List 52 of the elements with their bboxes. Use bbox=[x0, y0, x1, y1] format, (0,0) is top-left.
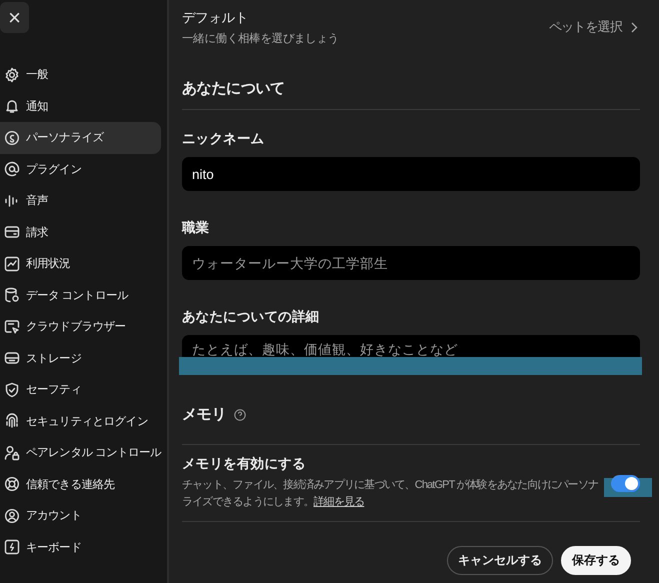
toggle-description: チャット、ファイル、接続済みアプリに基づいて、ChatGPT が体験をあなた向けにパーソナライズできるようにします。詳細を見る bbox=[182, 478, 600, 510]
sidebar-item[interactable]: プラグイン bbox=[0, 154, 161, 185]
browser-icon bbox=[4, 318, 20, 335]
help-icon bbox=[234, 408, 246, 420]
save-button[interactable]: 保存する bbox=[561, 546, 631, 575]
learn-more-link[interactable]: 詳細を見る bbox=[314, 496, 364, 508]
sidebar-item[interactable]: ペアレンタル コントロール bbox=[0, 437, 161, 468]
pet-select-link[interactable]: ペットを選択 bbox=[548, 18, 638, 36]
bell-icon bbox=[4, 98, 20, 114]
sidebar-item[interactable]: 利用状況 bbox=[0, 248, 161, 280]
sidebar-item[interactable]: 音声 bbox=[0, 185, 161, 216]
toggle-label: メモリを有効にする bbox=[182, 455, 307, 473]
database-icon bbox=[4, 287, 20, 304]
sidebar-item[interactable]: クラウドブラウザー bbox=[0, 311, 161, 342]
user-circle-icon bbox=[4, 508, 20, 524]
field-label: ニックネーム bbox=[182, 130, 266, 148]
fingerprint-icon bbox=[4, 413, 20, 430]
keyboard-icon bbox=[4, 539, 20, 556]
sidebar-item[interactable]: 請求 bbox=[0, 216, 161, 248]
lifebuoy-icon bbox=[4, 476, 20, 492]
field-label: 職業 bbox=[182, 219, 210, 237]
sidebar-item[interactable]: パーソナライズ bbox=[0, 122, 161, 154]
pet-title: デフォルト bbox=[182, 8, 250, 26]
field-label: あなたについての詳細 bbox=[182, 308, 320, 326]
waveform-icon bbox=[4, 192, 20, 209]
cancel-button[interactable]: キャンセルする bbox=[447, 546, 553, 575]
sidebar-item[interactable]: アカウント bbox=[0, 500, 161, 532]
sidebar-item[interactable]: ストレージ bbox=[0, 342, 161, 374]
close-button[interactable]: × bbox=[0, 2, 29, 33]
tray-icon bbox=[4, 350, 20, 366]
sidebar-item[interactable]: 一般 bbox=[0, 59, 161, 90]
pet-subtitle: 一緒に働く相棒を選びましょう bbox=[182, 32, 339, 46]
section-heading: あなたについて bbox=[182, 79, 286, 99]
sidebar-item[interactable]: セーフティ bbox=[0, 374, 161, 406]
chart-icon bbox=[4, 256, 20, 272]
input-field[interactable]: たとえば、趣味、価値観、好きなことなど bbox=[182, 335, 640, 357]
input-field[interactable]: nito bbox=[182, 157, 640, 191]
input-field[interactable]: ウォータールー大学の工学部生 bbox=[182, 246, 640, 280]
sidebar-item[interactable]: キーボード bbox=[0, 532, 161, 563]
section-heading: メモリ bbox=[182, 405, 226, 424]
swirl-icon bbox=[4, 130, 20, 146]
chevron-right-icon bbox=[631, 22, 638, 32]
sidebar-item[interactable]: 通知 bbox=[0, 90, 161, 122]
sidebar-item[interactable]: セキュリティとログイン bbox=[0, 406, 161, 437]
card-icon bbox=[4, 224, 20, 240]
shield-icon bbox=[4, 382, 20, 398]
user-lock-icon bbox=[4, 444, 20, 461]
memory-toggle[interactable] bbox=[611, 474, 640, 492]
gear-icon bbox=[4, 66, 20, 83]
at-icon bbox=[4, 161, 20, 178]
sidebar-item[interactable]: 信頼できる連絡先 bbox=[0, 468, 161, 500]
sidebar-item[interactable]: データ コントロール bbox=[0, 280, 161, 311]
